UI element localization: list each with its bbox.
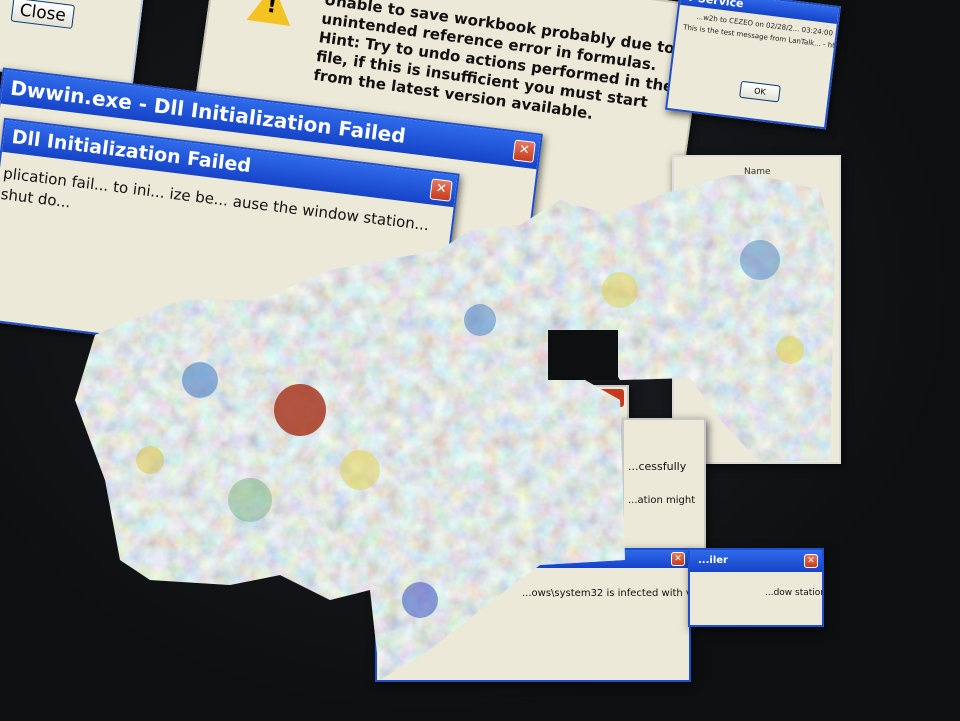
virus-message: ...ows\system32 is infected with vir...	[522, 588, 691, 599]
success-line-2: ...ation might	[628, 495, 696, 506]
file-dialog-line-1: b... e a file c...	[502, 435, 595, 450]
service-ok-button[interactable]: OK	[739, 80, 781, 103]
close-icon[interactable]: ✕	[804, 554, 818, 568]
small-window-station-dialog: ...iler ✕ ...dow station is	[688, 548, 824, 627]
virus-dialog: ✕ ...ows\system32 is infected with vir..…	[375, 548, 691, 682]
close-button[interactable]: Close	[10, 0, 76, 29]
success-dialog: ...cessfully ...ation might	[622, 418, 706, 552]
close-icon[interactable]: ✕	[429, 178, 453, 202]
virus-titlebar: ✕	[377, 550, 689, 568]
small-message: ...dow station is	[765, 588, 824, 598]
right-dialog-text: n timed out	[682, 247, 741, 258]
small-title: ...iler	[698, 555, 728, 566]
right-dialog-title: Name	[744, 167, 771, 177]
close-icon[interactable]	[594, 389, 624, 407]
success-line-1: ...cessfully	[628, 460, 687, 473]
service-message-dialog: r Service ...w2h to CEZEO on 02/28/2... …	[665, 0, 841, 130]
close-icon[interactable]: ✕	[512, 139, 536, 163]
file-dialog-line-2: already exists	[498, 455, 589, 470]
ok-button[interactable]: Ok	[575, 217, 643, 252]
monitor-screen: Close ! Unable to save workbook probably…	[0, 0, 960, 721]
close-icon[interactable]: ✕	[671, 552, 685, 566]
warning-icon: !	[246, 0, 296, 26]
small-titlebar: ...iler ✕	[690, 550, 822, 572]
